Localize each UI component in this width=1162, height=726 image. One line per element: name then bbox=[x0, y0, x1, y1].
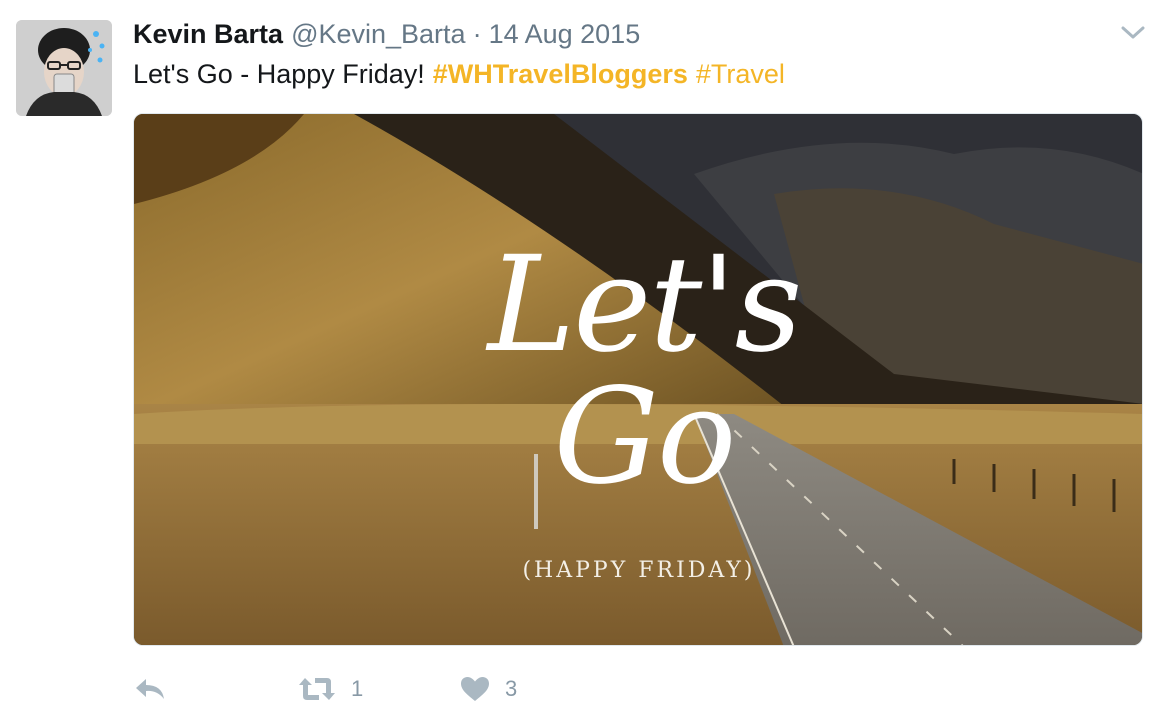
heart-icon bbox=[461, 677, 489, 701]
tweet-media-image[interactable]: Let's Go (HAPPY FRIDAY) bbox=[133, 113, 1143, 646]
media-headline: Let's Go bbox=[487, 228, 803, 514]
hashtag-whtravelbloggers[interactable]: #WHTravelBloggers bbox=[433, 59, 688, 90]
separator-dot: · bbox=[472, 18, 482, 49]
like-button[interactable]: 3 bbox=[459, 675, 517, 703]
tweet-text: Let's Go - Happy Friday! #WHTravelBlogge… bbox=[133, 54, 785, 94]
author-handle[interactable]: @Kevin_Barta bbox=[291, 19, 466, 50]
retweet-button[interactable]: 1 bbox=[297, 676, 459, 702]
author-name[interactable]: Kevin Barta bbox=[133, 19, 283, 50]
chevron-down-icon bbox=[1121, 26, 1145, 39]
like-count: 3 bbox=[505, 676, 518, 701]
reply-icon bbox=[136, 679, 164, 699]
tweet-body-text: Let's Go - Happy Friday! bbox=[133, 58, 425, 89]
reply-button[interactable] bbox=[133, 676, 283, 702]
tweet-action-bar: 1 3 bbox=[133, 668, 517, 710]
tweet-header: Kevin Barta @Kevin_Barta · 14 Aug 2015 bbox=[133, 14, 640, 54]
avatar[interactable] bbox=[16, 20, 112, 116]
hashtag-travel[interactable]: #Travel bbox=[696, 59, 785, 90]
avatar-photo bbox=[16, 20, 112, 116]
tweet-date[interactable]: 14 Aug 2015 bbox=[489, 19, 641, 50]
retweet-count: 1 bbox=[351, 676, 364, 701]
retweet-icon bbox=[299, 678, 335, 700]
media-subline: (HAPPY FRIDAY) bbox=[522, 558, 756, 583]
tweet-menu-button[interactable] bbox=[1116, 16, 1150, 50]
